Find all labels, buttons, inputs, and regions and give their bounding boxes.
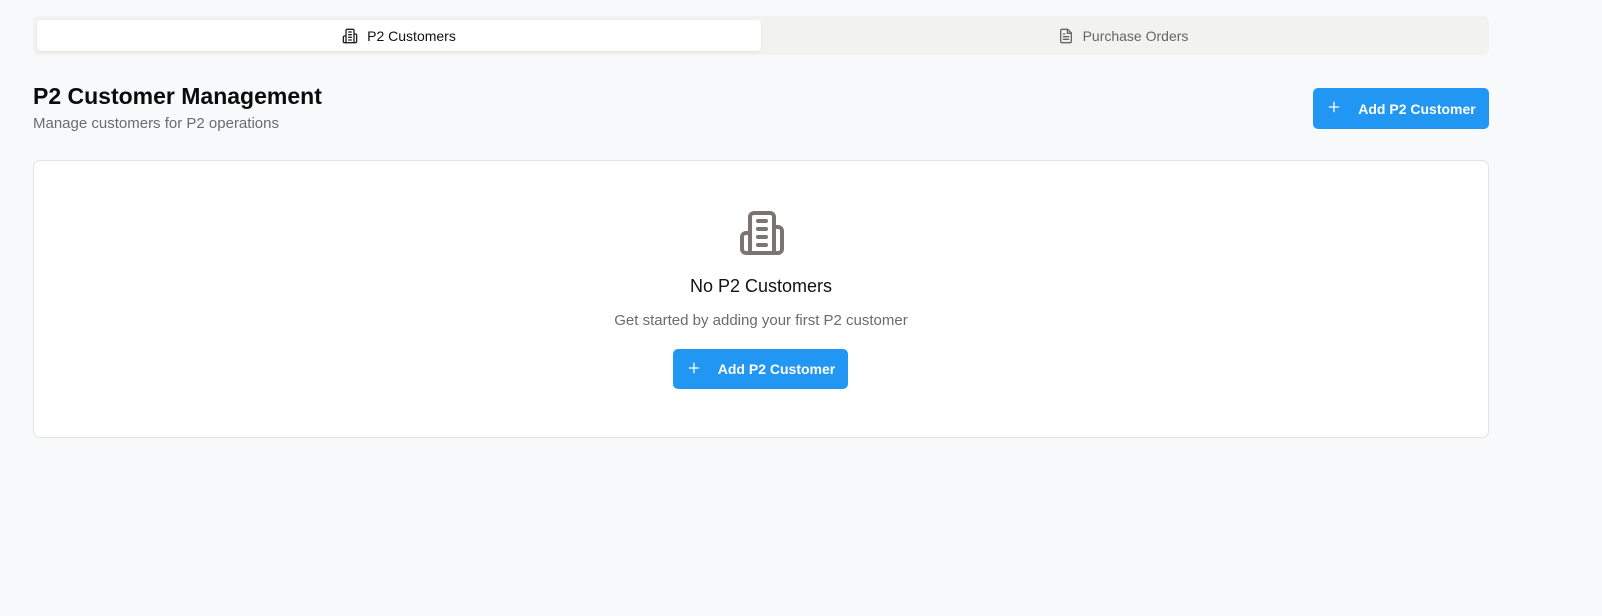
tab-bar: P2 Customers Purchase Orders	[33, 16, 1489, 55]
tab-purchase-orders[interactable]: Purchase Orders	[761, 20, 1485, 51]
tab-label: P2 Customers	[367, 27, 456, 44]
add-p2-customer-button[interactable]: Add P2 Customer	[1313, 88, 1489, 129]
building-icon	[342, 28, 358, 44]
add-first-p2-customer-button[interactable]: Add P2 Customer	[673, 349, 848, 389]
empty-state-description: Get started by adding your first P2 cust…	[614, 312, 908, 329]
button-label: Add P2 Customer	[1358, 100, 1476, 117]
button-label: Add P2 Customer	[717, 361, 836, 377]
plus-icon	[686, 360, 702, 379]
plus-icon	[1326, 99, 1342, 118]
page-subtitle: Manage customers for P2 operations	[33, 115, 279, 132]
page-title: P2 Customer Management	[33, 83, 322, 109]
document-icon	[1058, 28, 1074, 44]
building-icon	[738, 209, 786, 262]
tab-label: Purchase Orders	[1082, 27, 1189, 44]
tab-p2-customers[interactable]: P2 Customers	[37, 20, 761, 51]
empty-state-card: No P2 Customers Get started by adding yo…	[33, 160, 1489, 438]
empty-state-title: No P2 Customers	[689, 276, 833, 296]
